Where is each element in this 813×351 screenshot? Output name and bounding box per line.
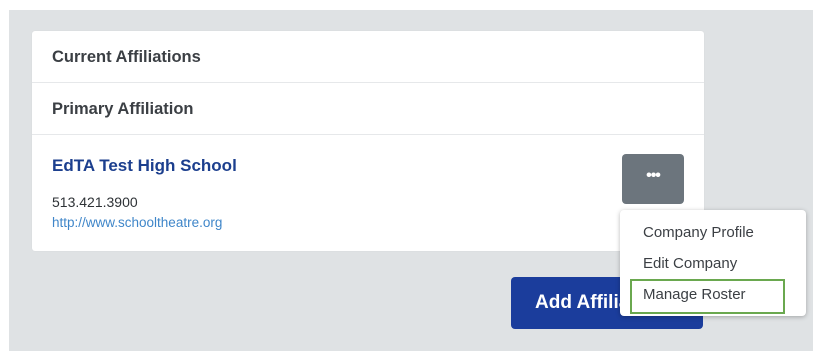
menu-item-edit-company[interactable]: Edit Company: [643, 255, 737, 272]
affiliations-card: Current Affiliations Primary Affiliation…: [32, 31, 704, 251]
ellipsis-icon: •••: [646, 167, 661, 184]
more-options-button[interactable]: •••: [622, 154, 684, 204]
current-affiliations-title: Current Affiliations: [52, 48, 201, 66]
company-name-link[interactable]: EdTA Test High School: [52, 156, 237, 176]
menu-item-company-profile[interactable]: Company Profile: [643, 224, 754, 241]
menu-item-manage-roster[interactable]: Manage Roster: [643, 286, 746, 303]
current-affiliations-header: Current Affiliations: [32, 31, 704, 83]
company-actions-dropdown: Company Profile Edit Company Manage Rost…: [620, 210, 806, 316]
company-phone: 513.421.3900: [52, 194, 138, 210]
company-website-link[interactable]: http://www.schooltheatre.org: [52, 215, 222, 230]
primary-affiliation-header: Primary Affiliation: [32, 83, 704, 135]
primary-affiliation-title: Primary Affiliation: [52, 100, 194, 118]
